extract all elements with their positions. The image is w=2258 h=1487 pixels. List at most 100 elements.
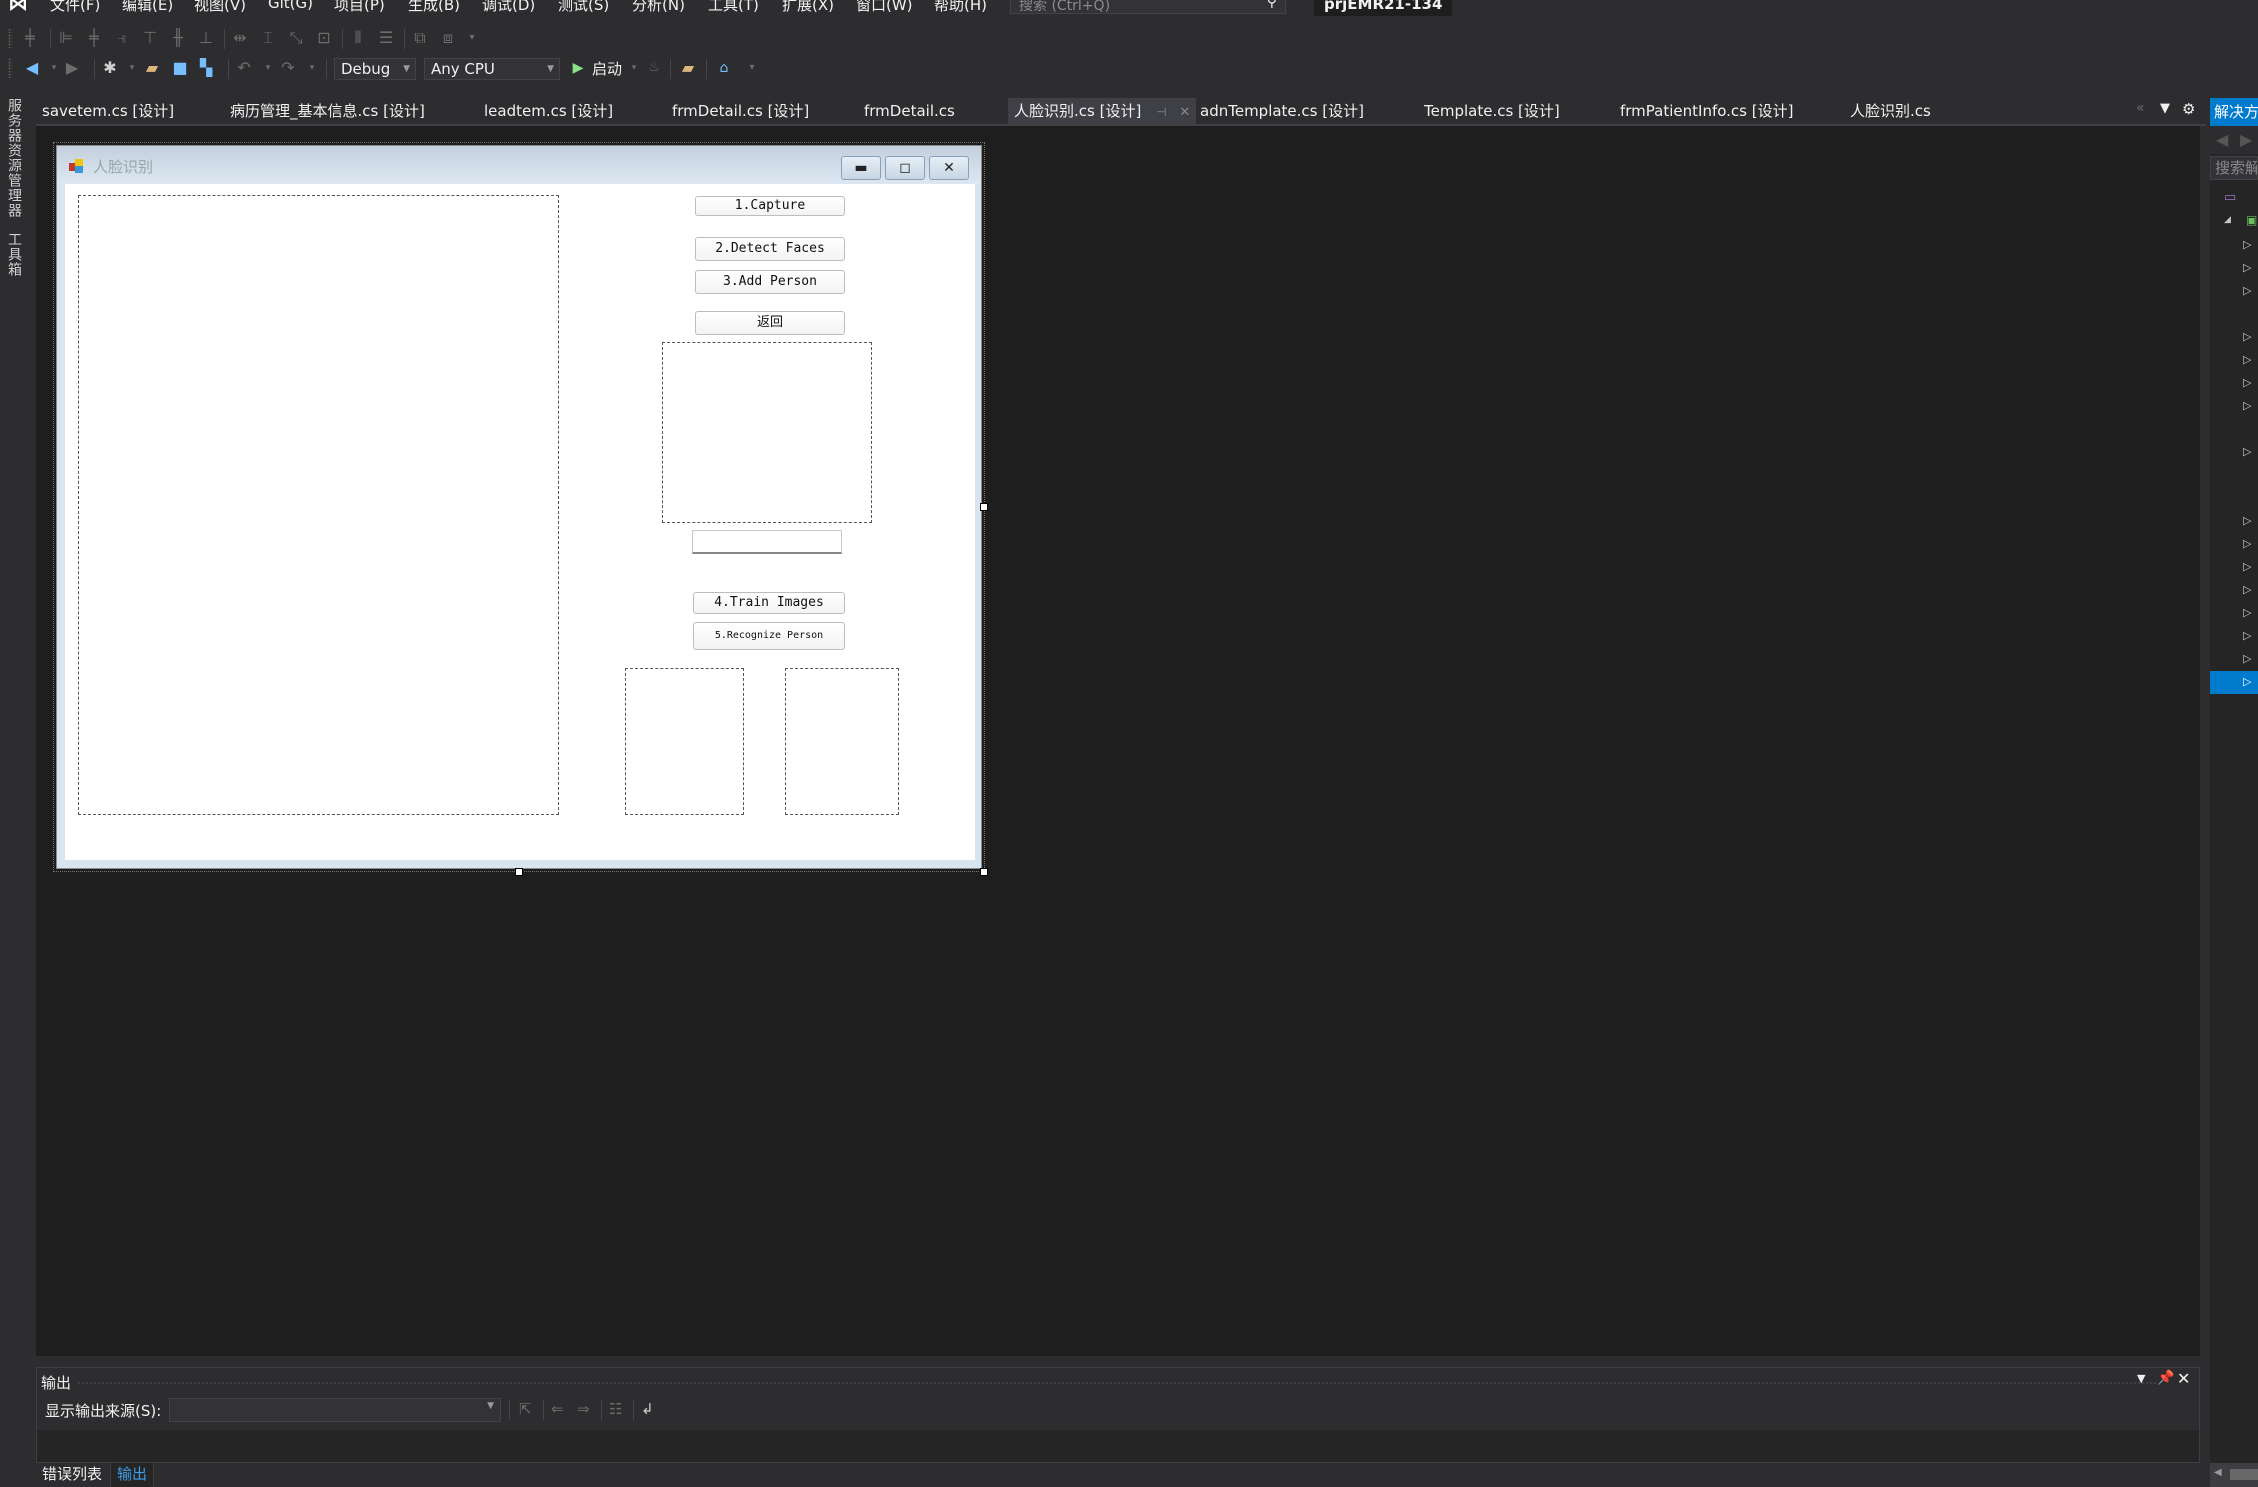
horizontal-scrollbar[interactable]: ◀ (2210, 1463, 2258, 1487)
tree-item-selected[interactable]: ▷ (2210, 671, 2258, 694)
close-tab-icon[interactable]: ✕ (1179, 105, 1190, 120)
menu-view[interactable]: 视图(V) (194, 0, 246, 15)
designed-form-window[interactable]: 人脸识别 ▬ ◻ ✕ 1.Capture 2.Detect Faces 3.Ad… (53, 142, 985, 872)
new-project-dropdown-icon[interactable]: ▾ (122, 58, 142, 78)
scrollbar-thumb[interactable] (2230, 1469, 2258, 1480)
bring-to-front-icon[interactable]: ⧉ (410, 28, 430, 48)
doc-tab[interactable]: Template.cs [设计] (1418, 98, 1566, 124)
panel-drag-grip[interactable] (77, 1381, 2157, 1385)
open-file-icon[interactable]: ▰ (142, 58, 162, 78)
align-bottoms-icon[interactable]: ⊥ (196, 28, 216, 48)
person-name-textbox[interactable] (692, 530, 842, 554)
menu-help[interactable]: 帮助(H) (934, 0, 987, 15)
scroll-left-icon[interactable]: ◀ (2214, 1467, 2222, 1478)
camera-picture-box[interactable] (78, 195, 559, 815)
toolbox-tab[interactable]: 工具箱 (6, 232, 24, 277)
add-person-button[interactable]: 3.Add Person (695, 270, 845, 294)
recognized-face-picture-box[interactable] (785, 668, 899, 815)
start-debugging-button[interactable]: 启动 (592, 58, 622, 79)
new-project-icon[interactable]: ✱ (100, 58, 120, 78)
form-minimize-button[interactable]: ▬ (841, 156, 881, 180)
undo-icon[interactable]: ↶ (234, 58, 254, 78)
scroll-tabs-left-icon[interactable]: « (2136, 100, 2145, 116)
tree-item[interactable]: ▷ (2210, 234, 2258, 257)
pin-tab-icon[interactable]: ⊣ (1156, 105, 1166, 119)
toolbar-overflow-icon[interactable]: ▾ (742, 58, 762, 78)
resize-handle-right[interactable] (980, 503, 988, 511)
undo-dropdown-icon[interactable]: ▾ (258, 58, 278, 78)
align-middles-icon[interactable]: ╫ (168, 28, 188, 48)
doc-tab[interactable]: savetem.cs [设计] (36, 98, 180, 124)
recognize-person-button[interactable]: 5.Recognize Person (693, 622, 845, 650)
start-dropdown-icon[interactable]: ▾ (624, 58, 644, 78)
size-to-grid-icon[interactable]: ⤡ (286, 28, 306, 48)
menu-debug[interactable]: 调试(D) (482, 0, 535, 15)
tree-item[interactable]: ▷ (2210, 602, 2258, 625)
navigate-forward-icon[interactable]: ▶ (62, 58, 82, 78)
navigate-back-icon[interactable]: ◀ (2216, 130, 2228, 149)
detected-face-picture-box[interactable] (662, 342, 872, 523)
tab-list-dropdown-icon[interactable]: ▼ (2160, 101, 2170, 116)
tree-item[interactable]: ▷ (2210, 510, 2258, 533)
menu-project[interactable]: 项目(P) (334, 0, 385, 15)
form-close-button[interactable]: ✕ (929, 156, 969, 180)
solution-explorer-search-input[interactable]: 搜索解决方案资源管理器 (2210, 156, 2258, 180)
vertical-spacing-icon[interactable]: ☰ (376, 28, 396, 48)
menu-window[interactable]: 窗口(W) (856, 0, 913, 15)
find-message-in-code-icon[interactable]: ⇱ (519, 1400, 532, 1418)
tree-item[interactable]: ▷ (2210, 349, 2258, 372)
find-in-files-icon[interactable]: ▰ (678, 58, 698, 78)
save-all-icon[interactable]: ▚ (196, 58, 216, 78)
save-icon[interactable]: ■ (170, 58, 190, 78)
search-input[interactable]: 搜索 (Ctrl+Q) ⚲ (1010, 0, 1286, 14)
capture-button[interactable]: 1.Capture (695, 196, 845, 216)
tree-item[interactable]: ▷ (2210, 556, 2258, 579)
tree-item[interactable]: ▷ (2210, 648, 2258, 671)
toolbar-overflow-icon[interactable]: ▾ (462, 28, 482, 48)
browser-home-icon[interactable]: ⌂ (714, 58, 734, 78)
form-maximize-button[interactable]: ◻ (885, 156, 925, 180)
solution-node[interactable]: ▭ (2210, 188, 2258, 211)
menu-file[interactable]: 文件(F) (50, 0, 100, 15)
menu-analyze[interactable]: 分析(N) (632, 0, 685, 15)
tree-item[interactable]: ▷ (2210, 257, 2258, 280)
toolbar-grip[interactable] (8, 58, 12, 78)
doc-tab[interactable]: frmPatientInfo.cs [设计] (1614, 98, 1799, 124)
project-node[interactable]: ◢ ▣ (2210, 211, 2258, 234)
horizontal-spacing-icon[interactable]: ⫴ (348, 28, 368, 48)
doc-tab[interactable]: 病历管理_基本信息.cs [设计] (224, 98, 431, 124)
align-to-grid-icon[interactable]: ╪ (20, 28, 40, 48)
tree-item[interactable]: ▷ (2210, 533, 2258, 556)
doc-tab[interactable]: 人脸识别.cs (1844, 98, 1937, 124)
resize-handle-bottom-right[interactable] (980, 868, 988, 876)
doc-tab[interactable]: frmDetail.cs (858, 98, 961, 124)
doc-tab[interactable]: leadtem.cs [设计] (478, 98, 619, 124)
back-button[interactable]: 返回 (695, 311, 845, 335)
doc-tab[interactable]: adnTemplate.cs [设计] (1194, 98, 1370, 124)
menu-extensions[interactable]: 扩展(X) (782, 0, 834, 15)
solution-explorer-title[interactable]: 解决方案资源管理器 (2210, 98, 2258, 126)
align-lefts-icon[interactable]: ⊫ (56, 28, 76, 48)
menu-test[interactable]: 测试(S) (558, 0, 609, 15)
hot-reload-icon[interactable]: ♨ (644, 58, 664, 78)
tab-output[interactable]: 输出 (110, 1463, 155, 1487)
window-position-dropdown-icon[interactable]: ▼ (2137, 1372, 2145, 1385)
redo-dropdown-icon[interactable]: ▾ (302, 58, 322, 78)
menu-git[interactable]: Git(G) (268, 0, 313, 12)
word-wrap-icon[interactable]: ↲ (641, 1400, 654, 1418)
navigate-back-dropdown-icon[interactable]: ▾ (44, 58, 64, 78)
auto-hide-pin-icon[interactable]: 📌 (2157, 1370, 2174, 1386)
resize-handle-bottom[interactable] (515, 868, 523, 876)
close-icon[interactable]: ✕ (2177, 1369, 2190, 1388)
make-same-height-icon[interactable]: ⌶ (258, 28, 278, 48)
tree-item[interactable]: ▷ (2210, 280, 2258, 303)
navigate-forward-icon[interactable]: ▶ (2240, 130, 2252, 149)
menu-edit[interactable]: 编辑(E) (122, 0, 173, 15)
clear-all-icon[interactable]: ☷ (609, 1400, 622, 1418)
start-play-icon[interactable]: ▶ (568, 58, 588, 78)
detect-faces-button[interactable]: 2.Detect Faces (695, 237, 845, 261)
output-text-area[interactable] (37, 1430, 2199, 1462)
training-face-picture-box[interactable] (625, 668, 744, 815)
toolbar-grip[interactable] (8, 28, 12, 48)
gear-icon[interactable]: ⚙ (2182, 100, 2195, 118)
